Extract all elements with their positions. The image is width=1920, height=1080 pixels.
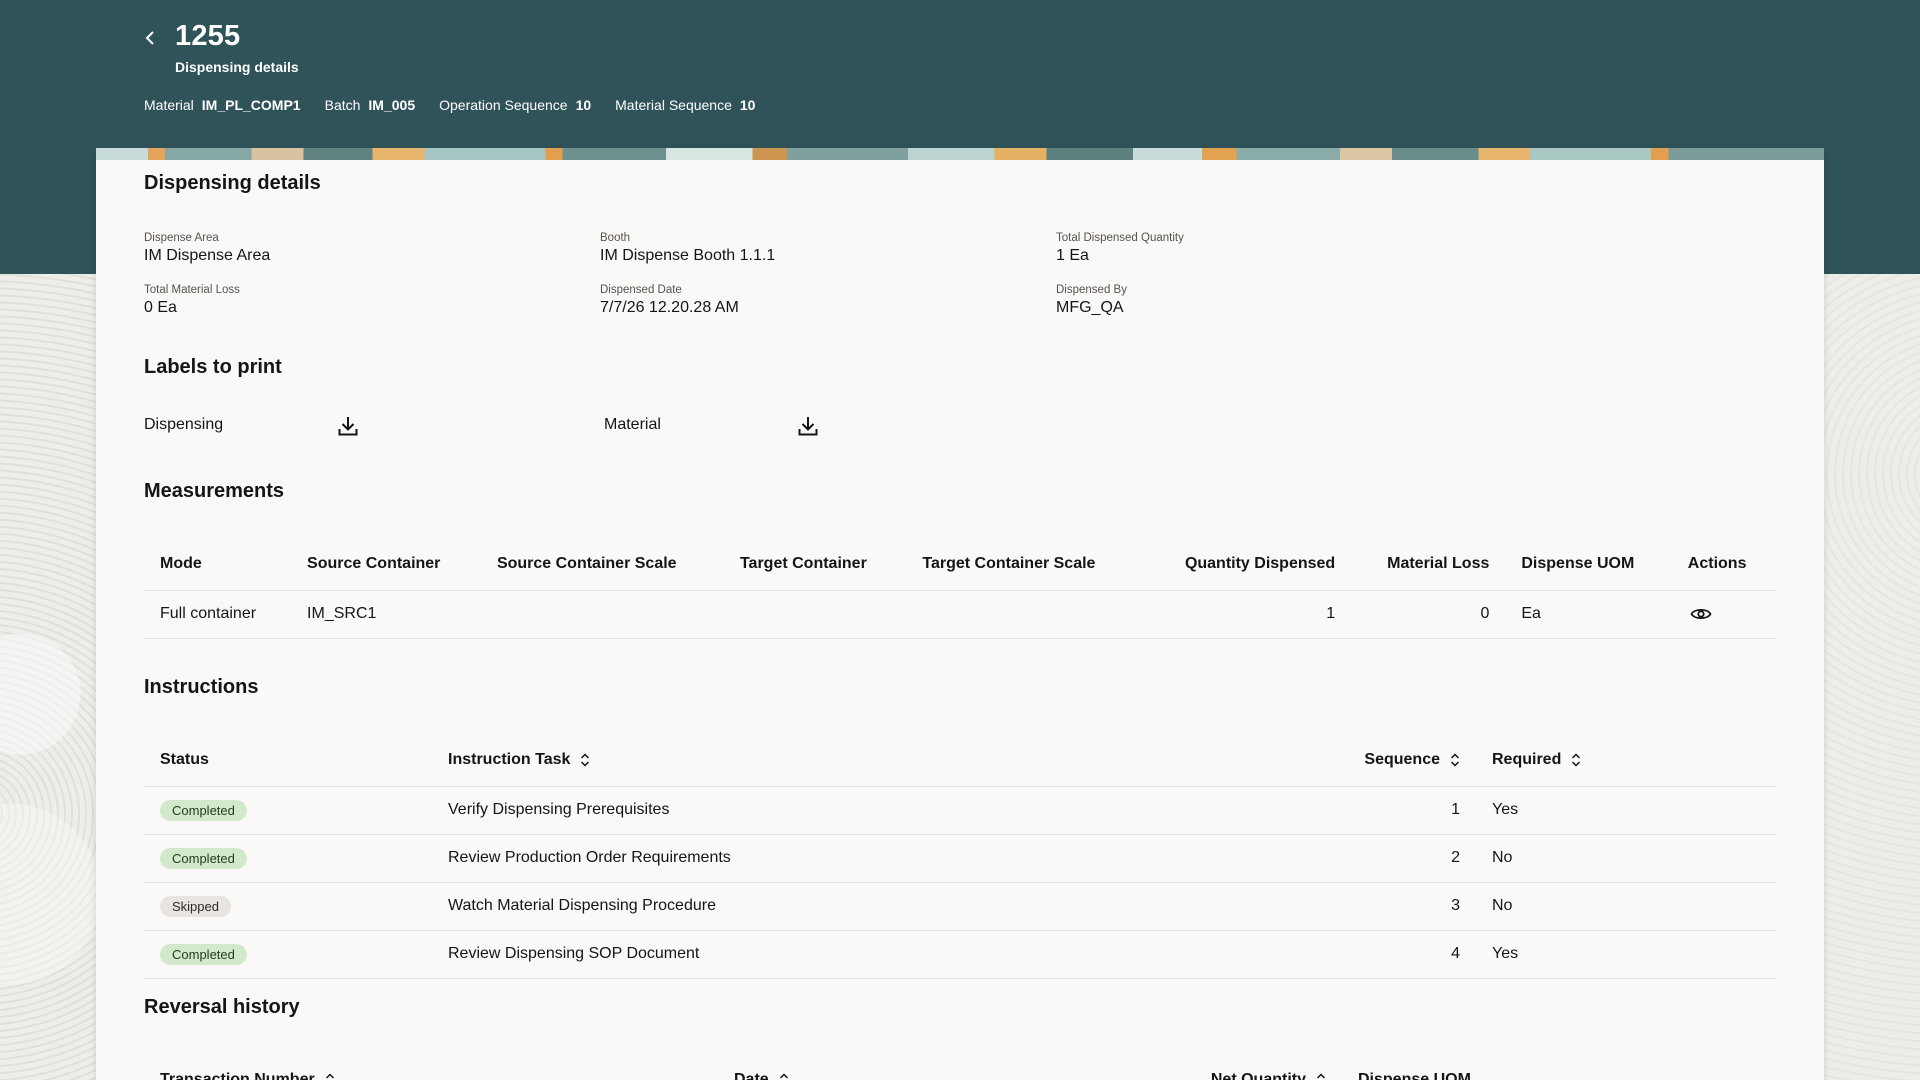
cell-status: Skipped	[144, 881, 432, 930]
status-badge: Completed	[160, 799, 247, 821]
col-status: Status	[160, 750, 209, 768]
table-row: Completed Review Production Order Requir…	[144, 833, 1776, 882]
cell-required: No	[1476, 833, 1776, 882]
col-required[interactable]: Required	[1476, 734, 1776, 786]
col-instruction-task[interactable]: Instruction Task	[432, 734, 1342, 786]
col-mode: Mode	[160, 554, 202, 572]
details-card: Dispensing details Dispense Area IM Disp…	[96, 148, 1824, 1080]
header-meta: Material IM_PL_COMP1 Batch IM_005 Operatio…	[144, 97, 755, 113]
cell-status: Completed	[144, 785, 432, 834]
col-target-container-scale: Target Container Scale	[922, 554, 1096, 572]
col-target-container: Target Container	[739, 554, 867, 572]
cell-dispense-uom: Ea	[1505, 589, 1672, 639]
col-dispense-uom: Dispense UOM	[1358, 1071, 1471, 1080]
cell-required: Yes	[1476, 929, 1776, 979]
col-material-loss: Material Loss	[1387, 554, 1490, 572]
eye-icon	[1690, 608, 1712, 620]
decorative-banner	[96, 148, 1824, 160]
table-header-row: Mode Source Container Source Container S…	[144, 538, 1776, 590]
cell-sequence: 2	[1342, 833, 1476, 882]
cell-status: Completed	[144, 929, 432, 979]
table-header-row: Status Instruction Task Sequence Require…	[144, 734, 1776, 786]
cell-sequence: 3	[1342, 881, 1476, 930]
table-row: Skipped Watch Material Dispensing Proced…	[144, 881, 1776, 930]
table-row: Completed Verify Dispensing Prerequisite…	[144, 785, 1776, 834]
cell-source-container-scale	[480, 589, 724, 639]
sort-icon[interactable]	[1450, 752, 1460, 767]
cell-actions	[1671, 589, 1776, 639]
download-icon[interactable]	[336, 414, 360, 438]
cell-sequence: 1	[1342, 785, 1476, 834]
status-badge: Skipped	[160, 895, 231, 917]
sort-icon[interactable]	[1316, 1073, 1326, 1080]
dispensing-details-title: Dispensing details	[144, 172, 321, 194]
col-net-quantity[interactable]: Net Quantity	[1188, 1054, 1342, 1080]
reversal-history-table: Transaction Number Date Net Quantity Dis…	[144, 1054, 1776, 1080]
meta-batch: Batch IM_005	[324, 97, 416, 113]
instructions-title: Instructions	[144, 676, 259, 698]
table-row: Completed Review Dispensing SOP Document…	[144, 929, 1776, 979]
back-button[interactable]	[138, 26, 162, 50]
meta-operation-sequence: Operation Sequence 10	[439, 97, 592, 113]
cell-sequence: 4	[1342, 929, 1476, 979]
table-row: Full container IM_SRC1 1 0 Ea	[144, 589, 1776, 639]
sort-icon[interactable]	[779, 1073, 789, 1080]
cell-material-loss: 0	[1351, 589, 1506, 639]
label-material: Material	[604, 416, 661, 433]
col-source-container-scale: Source Container Scale	[496, 554, 677, 572]
cell-target-container	[723, 589, 907, 639]
status-badge: Completed	[160, 847, 247, 869]
cell-mode: Full container	[144, 589, 292, 639]
cell-required: Yes	[1476, 785, 1776, 834]
chevron-left-icon	[145, 31, 154, 45]
cell-quantity-dispensed: 1	[1141, 589, 1352, 639]
table-header-row: Transaction Number Date Net Quantity Dis…	[144, 1054, 1776, 1080]
measurements-title: Measurements	[144, 480, 285, 502]
cell-instruction-task: Review Production Order Requirements	[432, 833, 1342, 882]
sort-icon[interactable]	[1571, 752, 1581, 767]
page-title: 1255	[175, 20, 241, 52]
field-booth: Booth IM Dispense Booth 1.1.1	[600, 232, 776, 264]
status-badge: Completed	[160, 943, 247, 965]
cell-source-container: IM_SRC1	[291, 589, 481, 639]
field-total-dispensed-quantity: Total Dispensed Quantity 1 Ea	[1056, 232, 1184, 264]
meta-material: Material IM_PL_COMP1	[144, 97, 301, 113]
col-transaction-number[interactable]: Transaction Number	[144, 1054, 718, 1080]
measurements-table: Mode Source Container Source Container S…	[144, 538, 1776, 639]
label-dispensing: Dispensing	[144, 416, 224, 433]
field-dispense-area: Dispense Area IM Dispense Area	[144, 232, 271, 264]
cell-instruction-task: Watch Material Dispensing Procedure	[432, 881, 1342, 930]
col-quantity-dispensed: Quantity Dispensed	[1184, 554, 1336, 572]
col-date[interactable]: Date	[718, 1054, 1188, 1080]
col-source-container: Source Container	[307, 554, 441, 572]
reversal-history-title: Reversal history	[144, 996, 300, 1018]
instructions-table: Status Instruction Task Sequence Require…	[144, 734, 1776, 979]
field-dispensed-date: Dispensed Date 7/7/26 12.20.28 AM	[600, 284, 739, 316]
col-sequence[interactable]: Sequence	[1342, 734, 1476, 786]
cell-status: Completed	[144, 833, 432, 882]
download-icon[interactable]	[796, 414, 820, 438]
sort-icon[interactable]	[325, 1073, 335, 1080]
labels-to-print-title: Labels to print	[144, 356, 282, 378]
background-texture-right	[1824, 274, 1920, 1080]
col-actions: Actions	[1687, 554, 1747, 572]
cell-required: No	[1476, 881, 1776, 930]
view-details-button[interactable]	[1688, 601, 1714, 627]
page-subtitle: Dispensing details	[175, 59, 299, 75]
meta-material-sequence: Material Sequence 10	[615, 97, 756, 113]
background-texture-left	[0, 274, 100, 1080]
cell-instruction-task: Verify Dispensing Prerequisites	[432, 785, 1342, 834]
field-total-material-loss: Total Material Loss 0 Ea	[144, 284, 240, 316]
field-dispensed-by: Dispensed By MFG_QA	[1056, 284, 1127, 316]
sort-icon[interactable]	[580, 752, 590, 767]
cell-instruction-task: Review Dispensing SOP Document	[432, 929, 1342, 979]
cell-target-container-scale	[906, 589, 1142, 639]
col-dispense-uom: Dispense UOM	[1521, 554, 1635, 572]
